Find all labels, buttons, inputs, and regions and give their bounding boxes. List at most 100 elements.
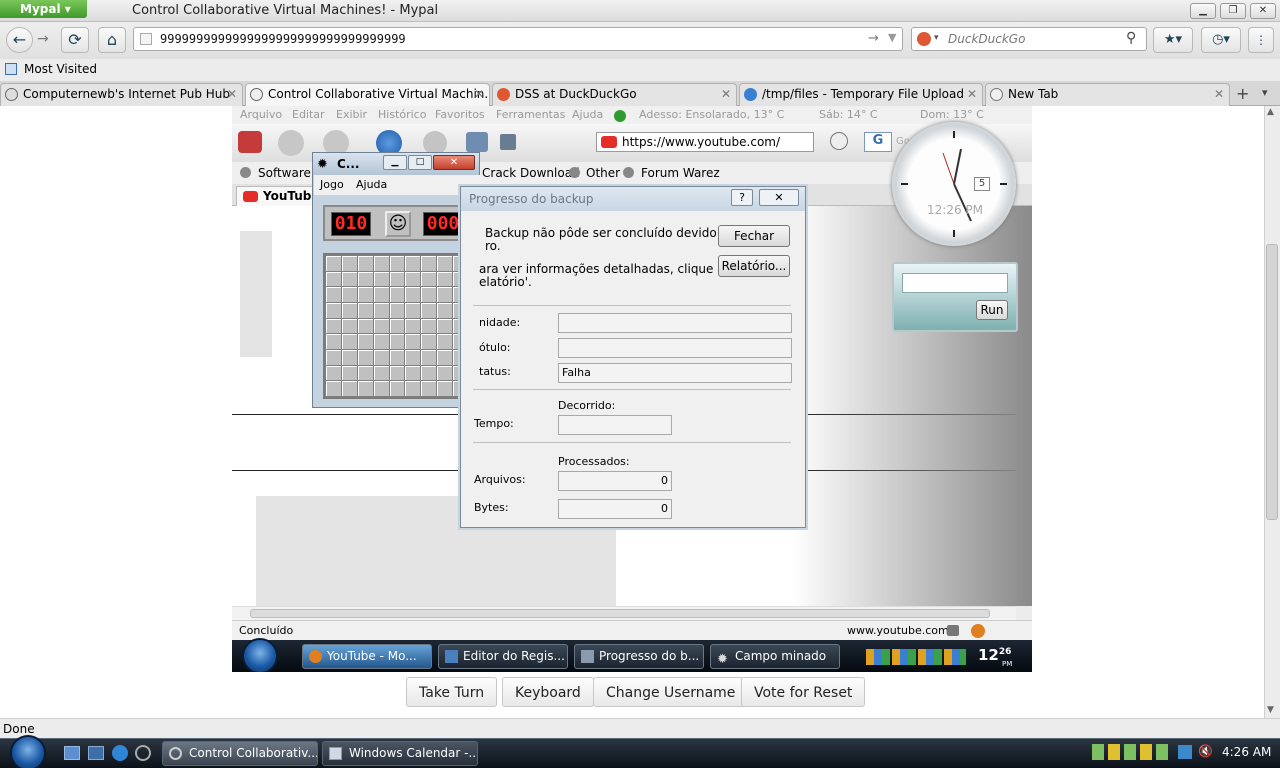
mine-cell[interactable] [421,271,437,287]
minesweeper-close-button[interactable]: ✕ [433,155,475,170]
vm-h-scroll-thumb[interactable] [250,609,990,618]
mine-cell[interactable] [405,287,421,302]
mine-cell[interactable] [437,271,453,287]
new-tab-icon[interactable]: + [1236,84,1249,103]
mine-cell[interactable] [405,256,421,271]
minesweeper-window[interactable]: ✹ C... ▁ □ ✕ Jogo Ajuda 010 ☺ 000 [312,152,480,408]
mine-cell[interactable] [437,287,453,302]
mine-cell[interactable] [357,303,373,318]
tab-computernewb[interactable]: Computernewb's Internet Pub Hub ✕ [0,83,243,106]
switch-windows-icon[interactable] [88,746,104,760]
network-icon[interactable] [1178,745,1192,759]
volume-icon[interactable]: 🔇 [1198,744,1213,758]
mine-cell[interactable] [421,287,437,302]
mine-cell[interactable] [421,334,437,349]
mine-cell[interactable] [437,381,453,396]
mine-cell[interactable] [405,303,421,318]
vm-menu-item[interactable]: Histórico [378,108,426,121]
help-button[interactable]: ? [731,189,753,206]
vm-menu-item[interactable]: Exibir [336,108,367,121]
vm-taskbar-regedit[interactable]: Editor do Regis... [438,644,568,669]
minesweeper-minimize-button[interactable]: ▁ [383,155,407,170]
maximize-button[interactable]: ❐ [1220,3,1246,19]
mine-cell[interactable] [389,334,405,349]
mine-cell[interactable] [341,318,357,334]
bookmark-most-visited[interactable]: Most Visited [24,62,97,76]
mine-cell[interactable] [326,271,341,287]
mine-cell[interactable] [357,256,373,271]
mine-cell[interactable] [326,334,341,349]
mine-cell[interactable] [437,334,453,349]
vm-go-icon[interactable] [830,132,848,150]
mine-cell[interactable] [373,271,389,287]
mine-cell[interactable] [326,287,341,302]
change-username-button[interactable]: Change Username [593,677,749,707]
vm-h-scrollbar[interactable] [232,606,1016,620]
tab-duckduckgo[interactable]: DSS at DuckDuckGo ✕ [492,83,737,106]
reload-icon[interactable]: ⟳ [61,27,89,53]
mine-cell[interactable] [389,365,405,381]
mine-cell[interactable] [389,350,405,365]
start-orb-icon[interactable] [10,735,46,768]
scroll-down-icon[interactable]: ▼ [1267,705,1274,715]
vm-bookmark-item[interactable]: Other [586,166,620,180]
vote-reset-button[interactable]: Vote for Reset [741,677,866,707]
mine-cell[interactable] [437,256,453,271]
mine-cell[interactable] [341,271,357,287]
mine-cell[interactable] [421,350,437,365]
tab-close-icon[interactable]: ✕ [721,87,731,101]
vm-screen[interactable]: Arquivo Editar Exibir Histórico Favorito… [232,106,1032,672]
mine-cell[interactable] [389,381,405,396]
go-arrow-icon[interactable]: → [868,31,879,46]
mine-cell[interactable] [326,365,341,381]
vm-bookmark-item[interactable]: Crack Download [482,166,580,180]
tray-icons[interactable] [1092,744,1172,760]
take-turn-button[interactable]: Take Turn [406,677,498,707]
fechar-button[interactable]: Fechar [718,225,790,247]
quicklaunch-icon[interactable] [135,745,151,761]
vm-taskbar-youtube[interactable]: YouTube - Mo... [302,644,432,669]
tab-new-tab[interactable]: New Tab ✕ [985,83,1230,106]
mine-cell[interactable] [389,256,405,271]
mine-cell[interactable] [421,256,437,271]
mine-cell[interactable] [373,303,389,318]
mine-cell[interactable] [389,303,405,318]
mine-cell[interactable] [341,334,357,349]
vm-bookmark-item[interactable]: Forum Warez [641,166,720,180]
url-bar[interactable]: 9999999999999999999999999999999999 → ▼ [133,27,903,51]
vm-taskbar-minesweeper[interactable]: ✹ Campo minado [710,644,840,669]
mine-cell[interactable] [326,318,341,334]
vm-menu-item[interactable]: Ferramentas [496,108,565,121]
bookmark-star-icon[interactable]: ★▾ [1153,27,1193,53]
mine-cell[interactable] [341,365,357,381]
vm-menu-item[interactable]: Ajuda [572,108,603,121]
mine-cell[interactable] [341,350,357,365]
relatorio-button[interactable]: Relatório... [718,255,790,277]
mine-cell[interactable] [357,365,373,381]
mine-cell[interactable] [357,318,373,334]
mine-cell[interactable] [389,287,405,302]
mine-cell[interactable] [405,365,421,381]
backup-progress-dialog[interactable]: Progresso do backup ? ✕ Backup não pôde … [460,186,806,528]
tab-list-icon[interactable]: ▾ [1262,86,1268,99]
app-menu-button[interactable]: Mypal ▾ [0,0,87,18]
back-icon[interactable]: ← [6,27,33,53]
mine-cell[interactable] [389,271,405,287]
mine-cell[interactable] [357,381,373,396]
page-scroll-thumb[interactable] [1266,244,1278,520]
vm-url-bar[interactable]: https://www.youtube.com/ [596,132,814,152]
scroll-up-icon[interactable]: ▲ [1267,107,1274,117]
mine-cell[interactable] [341,303,357,318]
vm-tray-icons[interactable] [866,649,966,665]
mine-cell[interactable] [389,318,405,334]
mine-cell[interactable] [341,256,357,271]
tab-control-vm[interactable]: Control Collaborative Virtual Machin... ✕ [245,83,490,106]
mine-cell[interactable] [357,350,373,365]
forward-icon[interactable]: → [37,31,49,47]
internet-explorer-icon[interactable] [112,745,128,761]
home-icon[interactable]: ⌂ [98,27,126,53]
mine-cell[interactable] [421,365,437,381]
mine-cell[interactable] [405,350,421,365]
minesweeper-menu-help[interactable]: Ajuda [356,178,387,191]
mine-cell[interactable] [373,334,389,349]
